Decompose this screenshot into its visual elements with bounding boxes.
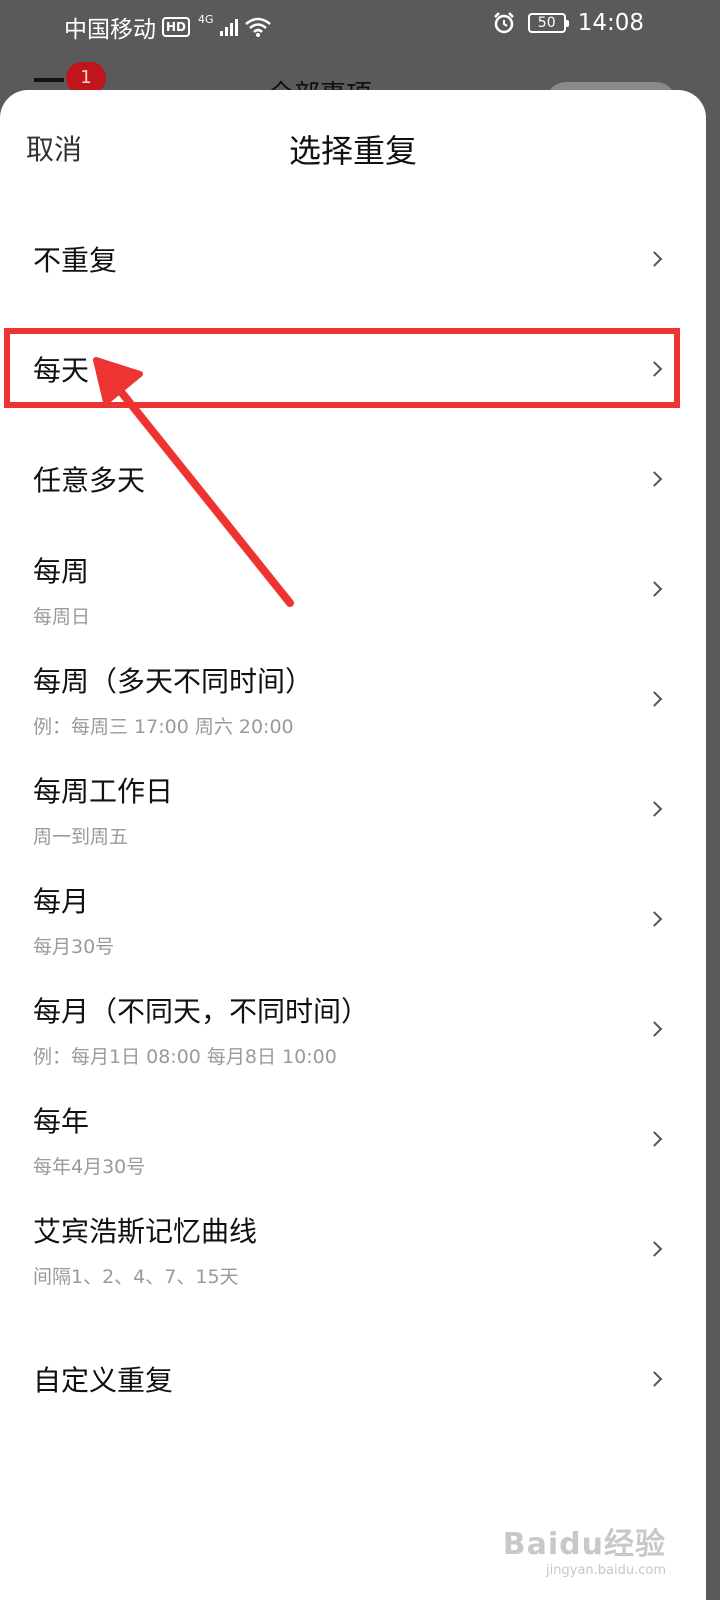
option-monthly[interactable]: 每月 每月30号	[0, 864, 706, 974]
option-subtitle: 例：每月1日 08:00 每月8日 10:00	[33, 1045, 337, 1068]
status-bar: 中国移动 HD 4G 50 14:08	[0, 0, 720, 56]
option-custom[interactable]: 自定义重复	[0, 1304, 706, 1454]
option-label: 每周工作日	[33, 774, 174, 808]
option-subtitle: 每月30号	[33, 935, 115, 958]
option-label: 每月	[33, 884, 90, 918]
repeat-picker-sheet: 取消 选择重复 不重复 每天 任意多天 每周 每周日 每周（多天不同时间） 例：…	[0, 90, 706, 1600]
option-label: 不重复	[33, 244, 118, 277]
option-label: 每周	[33, 554, 90, 588]
option-subtitle: 每周日	[33, 605, 91, 628]
watermark-url: jingyan.baidu.com	[546, 1563, 666, 1578]
option-yearly[interactable]: 每年 每年4月30号	[0, 1084, 706, 1194]
sheet-title: 选择重复	[288, 132, 417, 170]
wifi-icon	[244, 17, 271, 37]
network-type: 4G	[198, 12, 214, 26]
option-label: 艾宾浩斯记忆曲线	[33, 1214, 258, 1248]
option-subtitle: 每年4月30号	[33, 1155, 146, 1178]
watermark-logo: Baidu经验	[502, 1527, 666, 1562]
status-right: 50 14:08	[492, 10, 644, 36]
option-label: 每周（多天不同时间）	[33, 664, 314, 698]
option-monthly-multi[interactable]: 每月（不同天，不同时间） 例：每月1日 08:00 每月8日 10:00	[0, 974, 706, 1084]
clock: 14:08	[577, 10, 644, 36]
option-subtitle: 例：每周三 17:00 周六 20:00	[33, 715, 294, 738]
option-subtitle: 间隔1、2、4、7、15天	[33, 1265, 239, 1288]
watermark: Baidu经验 jingyan.baidu.com	[503, 1519, 666, 1578]
option-weekdays[interactable]: 每周工作日 周一到周五	[0, 754, 706, 864]
alarm-icon	[493, 12, 514, 34]
battery-icon: 50	[527, 13, 569, 33]
menu-icon	[34, 78, 64, 82]
option-label: 每月（不同天，不同时间）	[33, 994, 370, 1028]
option-label: 每年	[33, 1104, 90, 1138]
option-weekly[interactable]: 每周 每周日	[0, 534, 706, 644]
hd-icon: HD	[162, 17, 191, 37]
option-label: 自定义重复	[33, 1364, 174, 1397]
carrier-name: 中国移动	[64, 17, 156, 43]
option-any-days[interactable]: 任意多天	[0, 424, 706, 534]
option-weekly-multi-time[interactable]: 每周（多天不同时间） 例：每周三 17:00 周六 20:00	[0, 644, 706, 754]
option-no-repeat[interactable]: 不重复	[0, 204, 706, 314]
option-ebbinghaus[interactable]: 艾宾浩斯记忆曲线 间隔1、2、4、7、15天	[0, 1194, 706, 1304]
signal-icon	[219, 18, 238, 36]
option-subtitle: 周一到周五	[33, 825, 129, 848]
status-left: 中国移动 HD 4G	[64, 10, 272, 44]
option-label: 任意多天	[33, 464, 146, 497]
sheet-header: 取消 选择重复	[0, 90, 706, 204]
highlight-box	[4, 328, 680, 408]
